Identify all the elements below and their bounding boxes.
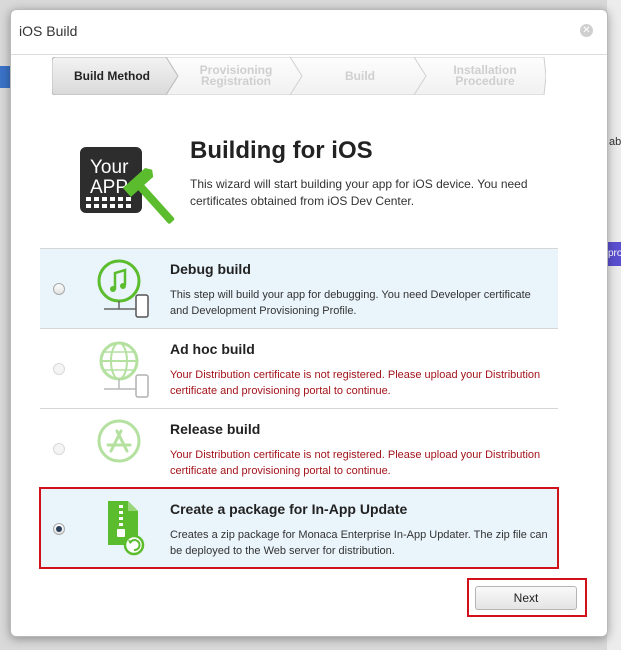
close-icon[interactable]: ✕ [580, 24, 593, 37]
background-blue-strip [0, 66, 10, 88]
option-error-message: Your Distribution certificate is not reg… [170, 369, 541, 397]
next-button-highlight: Next [467, 578, 587, 617]
step-build: Build [304, 57, 416, 95]
option-title: Create a package for In-App Update [170, 501, 408, 517]
logo-text-app: APP [90, 177, 128, 198]
step-build-method: Build Method [56, 57, 168, 95]
background-right-panel [607, 0, 621, 650]
background-partial-text: ab [609, 136, 621, 148]
wizard-steps: Build Method Provisioning Registration Bu… [52, 57, 546, 95]
dialog-title: iOS Build [19, 23, 78, 39]
globe-icon [99, 341, 149, 398]
option-description: Creates a zip package for Monaca Enterpr… [170, 529, 548, 557]
option-in-app-update-package[interactable]: Create a package for In-App Update Creat… [39, 487, 559, 569]
option-description: This step will build your app for debugg… [170, 289, 531, 317]
option-title: Ad hoc build [170, 341, 255, 357]
option-title: Release build [170, 421, 261, 437]
option-error-message: Your Distribution certificate is not reg… [170, 449, 541, 477]
option-title: Debug build [170, 261, 251, 277]
app-store-icon [97, 419, 141, 463]
step-installation-procedure: Installation Procedure [426, 57, 544, 95]
page-description: This wizard will start building your app… [190, 177, 528, 208]
in-app-update-radio[interactable] [53, 523, 65, 535]
debug-build-radio[interactable] [53, 283, 65, 295]
step-label: Build Method [74, 68, 150, 83]
zip-file-icon [108, 501, 145, 556]
step-label-line2: Procedure [455, 74, 515, 88]
option-ad-hoc-build: Ad hoc build Your Distribution certifica… [40, 328, 558, 408]
step-label-line2: Registration [200, 74, 271, 88]
release-build-radio [53, 443, 65, 455]
option-debug-build[interactable]: Debug build This step will build your ap… [40, 248, 558, 328]
music-note-icon [97, 259, 149, 318]
background-partial-button: pro [607, 242, 621, 266]
dialog-titlebar: iOS Build ✕ [11, 10, 607, 55]
build-options: Debug build This step will build your ap… [39, 248, 559, 569]
option-release-build: Release build Your Distribution certific… [40, 408, 558, 488]
logo-text-your: Your [90, 157, 129, 178]
app-hammer-icon: Your APP [80, 147, 175, 224]
next-button[interactable]: Next [475, 586, 577, 610]
step-label: Build [345, 68, 375, 83]
page-title: Building for iOS [190, 137, 373, 164]
step-provisioning-registration: Provisioning Registration [180, 57, 292, 95]
your-app-logo: Your APP [68, 133, 178, 242]
ad-hoc-build-radio [53, 363, 65, 375]
